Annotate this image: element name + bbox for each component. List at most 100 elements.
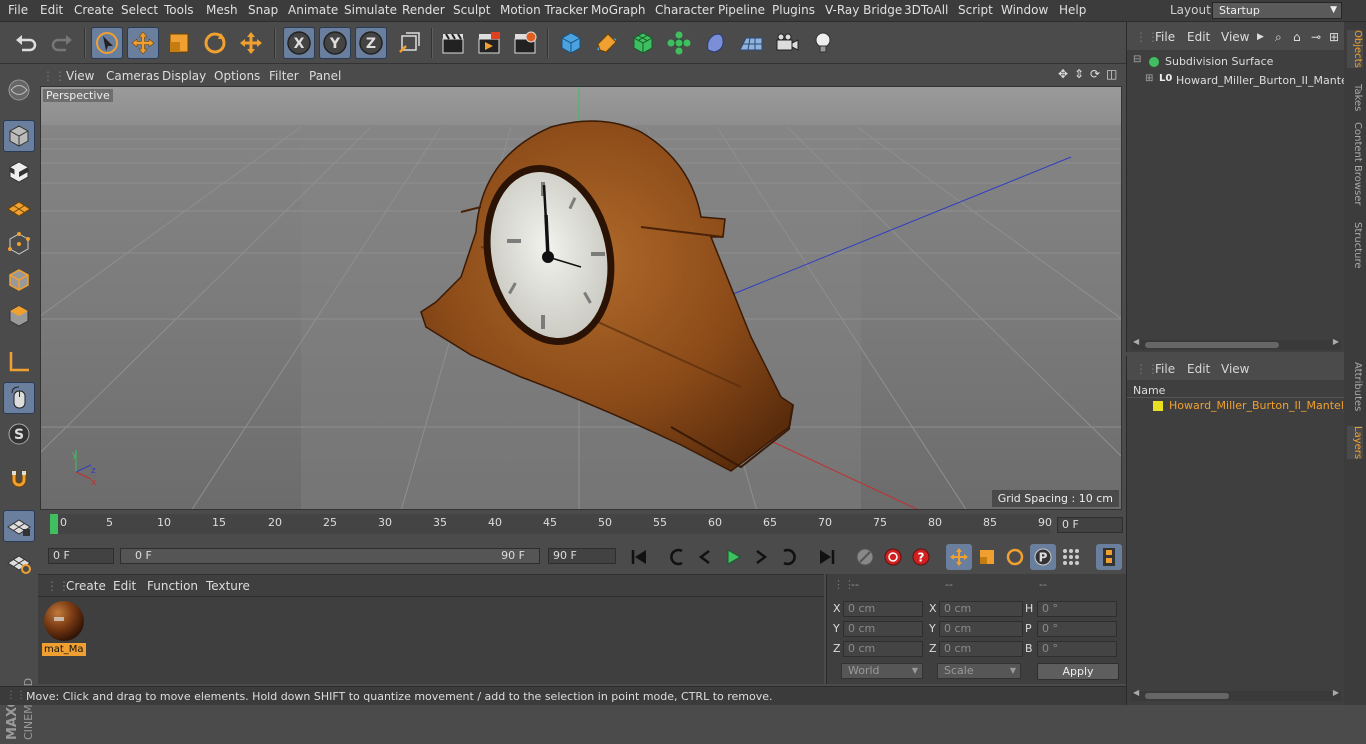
menu-mesh[interactable]: Mesh (206, 3, 238, 17)
play-button[interactable] (720, 544, 746, 570)
workplane-lock-button[interactable] (3, 510, 35, 542)
tab-objects[interactable]: Objects (1347, 30, 1363, 68)
rotation-h-field[interactable]: 0 ° (1037, 601, 1117, 617)
scale-track-button[interactable] (974, 544, 1000, 570)
home-icon[interactable]: ⌂ (1293, 30, 1301, 44)
next-keyframe-button[interactable] (776, 544, 802, 570)
keyframe-selection-button[interactable]: ? (908, 544, 934, 570)
render-view-button[interactable] (437, 27, 469, 59)
layer-menu-view[interactable]: View (1221, 362, 1249, 376)
menu-file[interactable]: File (8, 3, 28, 17)
link-icon[interactable]: ⊸ (1311, 30, 1321, 44)
search-icon[interactable]: ⌕ (1275, 30, 1282, 45)
material-menu-function[interactable]: Function (147, 579, 198, 593)
coordinate-space-dropdown[interactable]: World ▼ (841, 663, 923, 679)
points-mode-button[interactable] (3, 228, 35, 260)
menu-3dtoall[interactable]: 3DToAll (904, 3, 948, 17)
workplane-mode-button[interactable] (3, 192, 35, 224)
x-axis-button[interactable]: X (283, 27, 315, 59)
rotation-track-button[interactable] (1002, 544, 1028, 570)
deformer-button[interactable] (699, 27, 731, 59)
start-frame-field[interactable]: 0 F (48, 548, 114, 564)
menu-render[interactable]: Render (402, 3, 445, 17)
position-track-button[interactable] (946, 544, 972, 570)
transform-tool-button[interactable] (235, 27, 267, 59)
menu-motion-tracker[interactable]: Motion Tracker (500, 3, 588, 17)
model-mode-button[interactable] (3, 120, 35, 152)
layout-select[interactable]: Startup ▼ (1212, 2, 1342, 19)
snap-toggle-button[interactable] (3, 464, 35, 496)
texture-mode-button[interactable] (3, 156, 35, 188)
undo-button[interactable] (10, 27, 42, 59)
viewport-zoom-icon[interactable]: ⇕ (1074, 67, 1084, 81)
previous-frame-button[interactable] (692, 544, 718, 570)
menu-select[interactable]: Select (121, 3, 158, 17)
previous-keyframe-button[interactable] (664, 544, 690, 570)
tree-expand-icon[interactable]: ⊟ (1133, 54, 1141, 65)
viewport-menu-view[interactable]: View (66, 69, 94, 83)
tab-structure[interactable]: Structure (1347, 222, 1363, 269)
tab-content-browser[interactable]: Content Browser (1347, 122, 1363, 205)
redo-button[interactable] (46, 27, 78, 59)
playhead-marker[interactable] (50, 514, 58, 534)
viewport-menu-panel[interactable]: Panel (309, 69, 341, 83)
scale-tool-button[interactable] (163, 27, 195, 59)
scroll-right-icon[interactable]: ▶ (1333, 688, 1339, 697)
menu-pipeline[interactable]: Pipeline (718, 3, 765, 17)
menu-mograph[interactable]: MoGraph (591, 3, 646, 17)
perspective-viewport[interactable]: y z x Perspective Grid Spacing : 10 cm (40, 86, 1122, 510)
material-menu-edit[interactable]: Edit (113, 579, 136, 593)
viewport-maximize-icon[interactable]: ◫ (1106, 67, 1117, 81)
render-settings-button[interactable] (509, 27, 541, 59)
menu-character[interactable]: Character (655, 3, 714, 17)
menu-edit[interactable]: Edit (40, 3, 63, 17)
z-axis-button[interactable]: Z (355, 27, 387, 59)
tab-takes[interactable]: Takes (1347, 84, 1363, 111)
layer-menu-edit[interactable]: Edit (1187, 362, 1210, 376)
material-menu-texture[interactable]: Texture (206, 579, 250, 593)
position-y-field[interactable]: 0 cm (843, 621, 923, 637)
position-z-field[interactable]: 0 cm (843, 641, 923, 657)
object-menu-file[interactable]: File (1155, 30, 1175, 44)
edges-mode-button[interactable] (3, 264, 35, 296)
scroll-right-icon[interactable]: ▶ (1333, 337, 1339, 346)
viewport-rotate-icon[interactable]: ⟳ (1090, 67, 1100, 81)
move-tool-button[interactable] (127, 27, 159, 59)
size-y-field[interactable]: 0 cm (939, 621, 1023, 637)
current-frame-field[interactable]: 0 F (1057, 517, 1123, 533)
new-window-icon[interactable]: ⊞ (1329, 30, 1339, 44)
rotate-tool-button[interactable] (199, 27, 231, 59)
material-thumbnail[interactable]: mat_Ma (42, 599, 86, 657)
floor-button[interactable] (735, 27, 767, 59)
viewport-menu-filter[interactable]: Filter (269, 69, 299, 83)
timeline-ruler[interactable]: 0 5 10 15 20 25 30 35 40 45 50 55 60 65 … (50, 514, 1052, 534)
next-frame-button[interactable] (748, 544, 774, 570)
menu-animate[interactable]: Animate (288, 3, 338, 17)
viewport-menu-display[interactable]: Display (162, 69, 206, 83)
tree-item-mantel-clock[interactable]: ⊞ L0 Howard_Miller_Burton_II_Mantel (1131, 72, 1345, 90)
more-arrow-icon[interactable]: ▶ (1257, 32, 1264, 42)
axis-mode-button[interactable] (3, 346, 35, 378)
rotation-b-field[interactable]: 0 ° (1037, 641, 1117, 657)
polygons-mode-button[interactable] (3, 300, 35, 332)
go-to-start-button[interactable] (626, 544, 652, 570)
size-x-field[interactable]: 0 cm (939, 601, 1023, 617)
autokeying-button[interactable] (880, 544, 906, 570)
end-frame-field[interactable]: 90 F (548, 548, 616, 564)
tab-attributes[interactable]: Attributes (1347, 362, 1363, 411)
subdivision-surface-button[interactable] (627, 27, 659, 59)
size-z-field[interactable]: 0 cm (939, 641, 1023, 657)
menu-window[interactable]: Window (1001, 3, 1048, 17)
viewport-pan-icon[interactable]: ✥ (1058, 67, 1068, 81)
menu-snap[interactable]: Snap (248, 3, 278, 17)
apply-button[interactable]: Apply (1037, 663, 1119, 680)
record-active-objects-button[interactable] (852, 544, 878, 570)
pen-spline-button[interactable] (591, 27, 623, 59)
menu-plugins[interactable]: Plugins (772, 3, 815, 17)
planar-workplane-button[interactable] (3, 546, 35, 578)
menu-vray-bridge[interactable]: V-Ray Bridge (825, 3, 902, 17)
live-selection-button[interactable] (91, 27, 123, 59)
rotation-p-field[interactable]: 0 ° (1037, 621, 1117, 637)
viewport-menu-cameras[interactable]: Cameras (106, 69, 159, 83)
object-menu-edit[interactable]: Edit (1187, 30, 1210, 44)
